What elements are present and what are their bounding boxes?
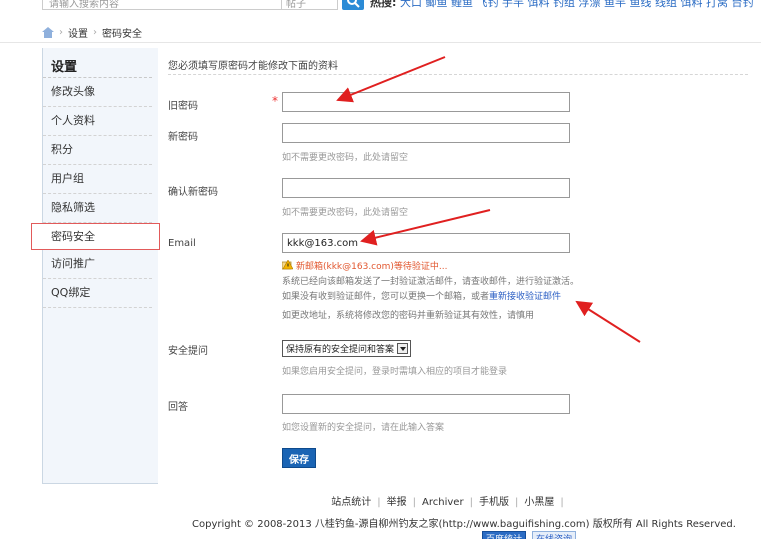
search-type-select[interactable]: 帖子 xyxy=(282,0,338,10)
sidebar-item-password-security[interactable]: 密码安全 xyxy=(31,223,160,250)
answer-label: 回答 xyxy=(168,402,188,413)
breadcrumb-item-password-security: 密码安全 xyxy=(102,28,142,40)
footer-link-report[interactable]: 举报 xyxy=(387,497,407,508)
new-password-label: 新密码 xyxy=(168,132,198,143)
footer-link-stats[interactable]: 站点统计 xyxy=(331,497,371,508)
security-question-label: 安全提问 xyxy=(168,346,208,357)
breadcrumb: › 设置 › 密码安全 xyxy=(42,24,142,40)
new-password-hint: 如不需要更改密码，此处请留空 xyxy=(282,153,409,163)
email-info-line2-text: 如果没有收到验证邮件，您可以更换一个邮箱，或者 xyxy=(282,292,490,302)
password-security-form: 您必须填写原密码才能修改下面的资料 旧密码 * 新密码 如不需要更改密码，此处请… xyxy=(158,48,761,484)
security-question-selected: 保持原有的安全提问和答案 xyxy=(286,345,395,355)
security-question-hint: 如果您启用安全提问，登录时需填入相应的项目才能登录 xyxy=(282,367,508,377)
breadcrumb-divider xyxy=(0,42,761,43)
new-password-input[interactable] xyxy=(282,123,570,143)
hot-search-label: 热搜: xyxy=(370,0,397,9)
baidu-stats-badge[interactable]: 百度统计 xyxy=(482,531,527,539)
breadcrumb-item-settings[interactable]: 设置 xyxy=(68,25,88,40)
confirm-password-input[interactable] xyxy=(282,178,570,198)
settings-sidebar: 设置 修改头像 个人资料 积分 用户组 隐私筛选 密码安全 访问推广 QQ绑定 xyxy=(31,48,160,484)
form-notice: 您必须填写原密码才能修改下面的资料 xyxy=(168,61,338,72)
security-question-select[interactable]: 保持原有的安全提问和答案 xyxy=(282,340,412,357)
footer-badges: 百度统计 在线咨询 xyxy=(482,531,577,539)
email-pending-text: 新邮箱(kkk@163.com)等待验证中... xyxy=(296,262,448,272)
sidebar-item-qq-binding[interactable]: QQ绑定 xyxy=(43,279,152,308)
resend-verification-link[interactable]: 重新接收验证邮件 xyxy=(489,292,561,302)
email-warning-icon xyxy=(282,260,293,270)
answer-hint: 如您设置新的安全提问，请在此输入答案 xyxy=(282,423,445,433)
confirm-password-label: 确认新密码 xyxy=(168,187,218,198)
save-button[interactable]: 保存 xyxy=(282,448,316,468)
email-info-line2: 如果没有收到验证邮件，您可以更换一个邮箱，或者重新接收验证邮件 xyxy=(282,289,561,302)
chevron-down-icon[interactable] xyxy=(397,343,409,354)
email-info-line1: 系统已经向该邮箱发送了一封验证激活邮件，请查收邮件，进行验证激活。 xyxy=(282,277,580,287)
form-divider xyxy=(168,74,748,75)
sidebar-item-credits[interactable]: 积分 xyxy=(43,136,152,165)
required-mark: * xyxy=(272,94,278,108)
sidebar-item-profile[interactable]: 个人资料 xyxy=(43,107,152,136)
online-consult-badge[interactable]: 在线咨询 xyxy=(532,531,577,539)
email-pending-status: 新邮箱(kkk@163.com)等待验证中... xyxy=(282,259,448,272)
footer-links: 站点统计 | 举报 | Archiver | 手机版 | 小黑屋 | xyxy=(331,497,564,508)
footer-link-archiver[interactable]: Archiver xyxy=(422,497,464,508)
sidebar-item-avatar[interactable]: 修改头像 xyxy=(43,78,152,107)
hot-search-links[interactable]: 大口 鲫鱼 鲤鱼 飞钓 手竿 饵料 钓组 浮漂 鱼竿 鱼线 线组 饵料 打窝 台… xyxy=(400,0,753,10)
answer-input[interactable] xyxy=(282,394,570,414)
email-label: Email xyxy=(168,238,196,249)
top-search-bar: 请输入搜索内容 帖子 热搜: 大口 鲫鱼 鲤鱼 飞钓 手竿 饵料 钓组 浮漂 鱼… xyxy=(0,0,761,14)
search-input[interactable]: 请输入搜索内容 xyxy=(42,0,282,10)
search-icon xyxy=(347,0,360,8)
search-button[interactable] xyxy=(342,0,364,10)
sidebar-item-privacy[interactable]: 隐私筛选 xyxy=(43,194,152,223)
sidebar-title: 设置 xyxy=(43,48,152,78)
email-info-line3: 如更改地址，系统将修改您的密码并重新验证其有效性，请慎用 xyxy=(282,311,535,321)
email-input[interactable] xyxy=(282,233,570,253)
sidebar-item-promotion[interactable]: 访问推广 xyxy=(43,250,152,279)
copyright-text: Copyright © 2008-2013 八桂钓鱼-源自柳州钓友之家(http… xyxy=(192,519,736,530)
footer-link-blackroom[interactable]: 小黑屋 xyxy=(524,497,554,508)
old-password-label: 旧密码 xyxy=(168,101,198,112)
confirm-password-hint: 如不需要更改密码，此处请留空 xyxy=(282,208,409,218)
old-password-input[interactable] xyxy=(282,92,570,112)
home-icon[interactable] xyxy=(42,26,54,38)
footer-link-mobile[interactable]: 手机版 xyxy=(479,497,509,508)
sidebar-item-usergroup[interactable]: 用户组 xyxy=(43,165,152,194)
